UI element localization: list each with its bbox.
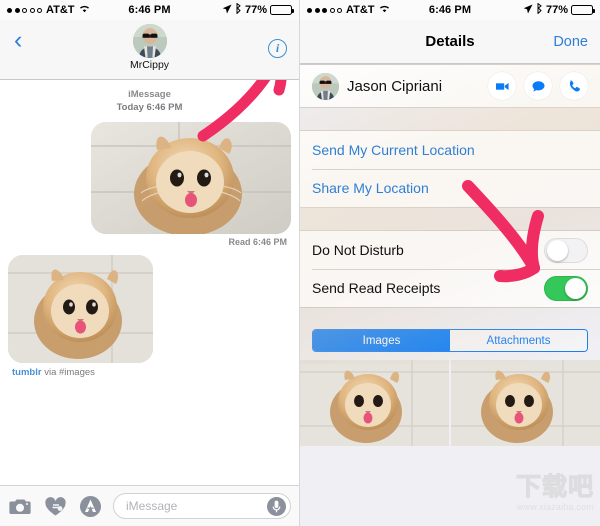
share-my-location-row[interactable]: Share My Location: [300, 169, 600, 207]
watermark-url: www.xiazaiba.com: [516, 502, 594, 512]
location-arrow-icon: [222, 4, 232, 17]
image-attachment-bubble[interactable]: [8, 255, 153, 363]
location-group: Send My Current Location Share My Locati…: [300, 130, 600, 208]
contact-group: Jason Cipriani: [300, 64, 600, 108]
toggles-group: Do Not Disturb Send Read Receipts: [300, 230, 600, 308]
attachment-thumbnail[interactable]: [451, 360, 600, 446]
message-thread: iMessage Today 6:46 PM Read 6:46 PM tumb…: [0, 80, 299, 462]
status-bar-left: AT&T 6:46 PM 77%: [0, 0, 299, 20]
app-store-icon[interactable]: [78, 494, 103, 519]
wifi-icon: [379, 4, 390, 16]
status-time-right: 6:46 PM: [428, 4, 472, 16]
tab-images[interactable]: Images: [313, 330, 450, 351]
conversation-navbar: ‹ MrCippy i: [0, 20, 299, 80]
message-status-label: Read 6:46 PM: [228, 237, 287, 247]
attribution-rest: via #images: [41, 367, 95, 378]
camera-icon[interactable]: [8, 494, 33, 519]
attachment-thumbnail[interactable]: [300, 360, 449, 446]
do-not-disturb-toggle[interactable]: [544, 237, 588, 263]
location-arrow-icon: [523, 4, 533, 17]
details-content: Jason Cipriani Send My Current Location …: [300, 64, 600, 526]
battery-percent-label: 77%: [545, 4, 568, 16]
battery-percent-label: 77%: [244, 4, 267, 16]
share-my-location-label: Share My Location: [312, 180, 429, 196]
contact-name-label: MrCippy: [129, 59, 170, 71]
contact-action-buttons: [488, 72, 588, 100]
page-title: Details: [425, 33, 475, 50]
carrier-label: AT&T: [46, 4, 75, 16]
messages-screen: AT&T 6:46 PM 77% ‹ MrCippy i iMessage To…: [0, 0, 300, 526]
send-read-receipts-toggle[interactable]: [544, 275, 588, 301]
message-input-toolbar: iMessage: [0, 485, 299, 526]
status-bar-right: AT&T 6:46 PM 77%: [300, 0, 600, 20]
info-circle-icon[interactable]: i: [268, 39, 287, 58]
conversation-title-block[interactable]: MrCippy: [0, 24, 299, 71]
send-read-receipts-row[interactable]: Send Read Receipts: [300, 269, 600, 307]
send-read-receipts-label: Send Read Receipts: [312, 280, 441, 296]
attribution-source[interactable]: tumblr: [12, 367, 42, 378]
battery-icon: [270, 5, 294, 15]
thread-meta: iMessage Today 6:46 PM: [0, 88, 299, 114]
image-attachment-bubble[interactable]: [91, 122, 291, 234]
send-current-location-label: Send My Current Location: [312, 142, 475, 158]
carrier-label: AT&T: [346, 4, 375, 16]
microphone-icon[interactable]: [267, 496, 286, 516]
signal-strength-dots: [307, 7, 342, 13]
contact-name-label: Jason Cipriani: [347, 77, 443, 95]
segmented-control: Images Attachments: [312, 329, 588, 352]
details-navbar: Details Done: [300, 20, 600, 64]
wifi-icon: [79, 4, 90, 16]
do-not-disturb-label: Do Not Disturb: [312, 242, 404, 258]
attachment-grid: [300, 360, 600, 446]
bluetooth-icon: [235, 2, 242, 17]
thread-timestamp: Today 6:46 PM: [116, 102, 183, 113]
call-button[interactable]: [560, 72, 588, 100]
details-screen: AT&T 6:46 PM 77% Details Done Jason Cipr…: [300, 0, 600, 526]
attachment-attribution: tumblr via #images: [0, 363, 299, 378]
watermark-text: 下载吧: [515, 473, 594, 502]
attachments-filter: Images Attachments: [300, 322, 600, 360]
send-current-location-row[interactable]: Send My Current Location: [300, 131, 600, 169]
contact-avatar: [312, 72, 339, 100]
message-input-field[interactable]: iMessage: [113, 493, 291, 519]
contact-avatar: [132, 24, 167, 58]
battery-icon: [571, 5, 595, 15]
message-input-placeholder: iMessage: [126, 499, 178, 513]
service-label: iMessage: [128, 89, 171, 100]
signal-strength-dots: [7, 7, 42, 13]
contact-row[interactable]: Jason Cipriani: [300, 65, 600, 107]
message-row-outgoing: [0, 122, 299, 234]
bluetooth-icon: [536, 2, 543, 17]
site-watermark: 下载吧 www.xiazaiba.com: [482, 472, 594, 522]
tab-attachments[interactable]: Attachments: [450, 330, 587, 351]
status-time-left: 6:46 PM: [128, 4, 171, 16]
dual-screenshot: AT&T 6:46 PM 77% ‹ MrCippy i iMessage To…: [0, 0, 600, 526]
do-not-disturb-row[interactable]: Do Not Disturb: [300, 231, 600, 269]
message-row-incoming: [0, 255, 299, 363]
facetime-video-button[interactable]: [488, 72, 516, 100]
send-message-button[interactable]: [524, 72, 552, 100]
heart-digital-touch-icon[interactable]: [43, 494, 68, 519]
